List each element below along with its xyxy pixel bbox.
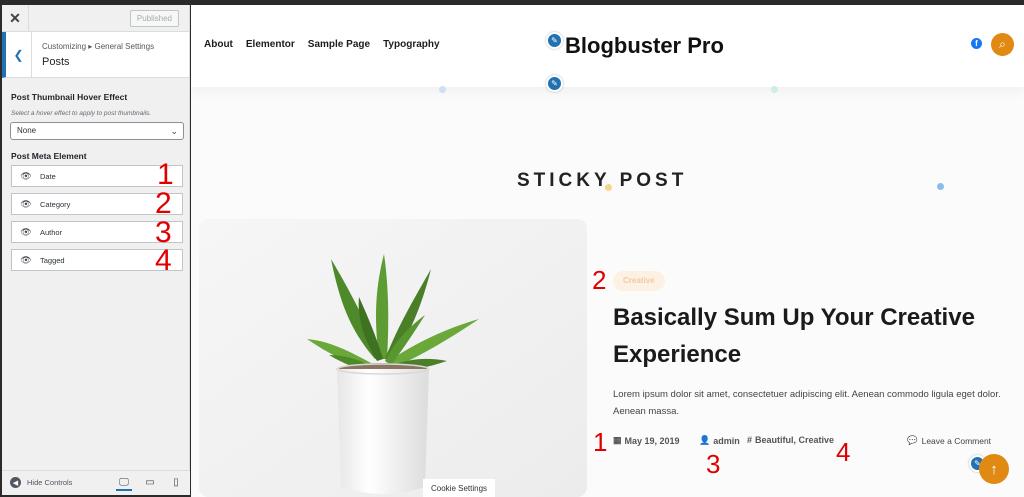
eye-icon[interactable]: 👁 [12, 227, 40, 238]
mobile-preview-icon[interactable]: ▯ [168, 475, 184, 491]
calendar-icon: ▦ [613, 435, 622, 445]
site-title[interactable]: Blogbuster Pro [565, 33, 724, 59]
hover-effect-select[interactable]: None ⌄ [10, 122, 184, 140]
post-date[interactable]: ▦ May 19, 2019 [613, 435, 680, 446]
section-header: ❮ Customizing ▸ General Settings Posts [2, 32, 189, 78]
annotation-number: 3 [706, 449, 721, 479]
annotation-number: 2 [592, 265, 607, 295]
annotation-number: 4 [836, 437, 851, 467]
hover-effect-heading: Post Thumbnail Hover Effect [11, 92, 128, 102]
leave-comment-text: Leave a Comment [921, 435, 992, 446]
screen: ✕ Published ❮ Customizing ▸ General Sett… [0, 0, 1024, 497]
meta-item-label: Category [40, 199, 71, 209]
meta-item-label: Tagged [40, 255, 65, 265]
post-title[interactable]: Basically Sum Up Your Creative Experienc… [613, 299, 993, 373]
primary-nav: About Elementor Sample Page Typography [204, 39, 440, 50]
section-heading: STICKY POST [517, 170, 688, 191]
edit-pencil-icon[interactable]: ✎ [546, 32, 563, 49]
eye-icon[interactable]: 👁 [12, 255, 40, 266]
section-title: Posts [42, 56, 70, 68]
hover-effect-value: None [17, 126, 37, 135]
post-tags-text: Beautiful, Creative [755, 435, 835, 445]
comment-icon: 💬 [907, 435, 918, 445]
sidebar-footer: ◀ Hide Controls 🖵 ▭ ▯ [2, 470, 190, 495]
cookie-settings-button[interactable]: Cookie Settings [423, 479, 496, 497]
post-date-text: May 19, 2019 [624, 435, 680, 446]
sidebar-top-bar: ✕ Published [2, 5, 189, 32]
nav-item-elementor[interactable]: Elementor [246, 39, 295, 50]
published-button[interactable]: Published [129, 10, 179, 27]
decorative-dot [439, 86, 446, 93]
desktop-preview-icon[interactable]: 🖵 [116, 475, 132, 491]
user-icon: 👤 [699, 435, 711, 445]
back-arrow-icon[interactable]: ❮ [6, 32, 32, 77]
eye-icon[interactable]: 👁 [12, 171, 40, 182]
tablet-preview-icon[interactable]: ▭ [142, 475, 158, 491]
eye-icon[interactable]: 👁 [12, 199, 40, 210]
nav-item-about[interactable]: About [204, 39, 233, 50]
hover-effect-description: Select a hover effect to apply to post t… [11, 110, 152, 117]
scroll-to-top-button[interactable]: ↑ [979, 454, 1009, 484]
facebook-icon[interactable]: f [971, 38, 982, 49]
site-header: About Elementor Sample Page Typography ✎… [191, 5, 1024, 92]
annotation-number: 4 [155, 244, 172, 277]
decorative-dot [937, 183, 944, 190]
annotation-number: 1 [593, 427, 608, 457]
post-author[interactable]: 👤 admin [699, 435, 740, 446]
search-icon[interactable]: ⌕ [991, 33, 1014, 56]
nav-item-sample-page[interactable]: Sample Page [308, 39, 370, 50]
post-tags[interactable]: # Beautiful, Creative [747, 435, 834, 445]
plant-image [199, 219, 587, 497]
category-badge[interactable]: Creative [613, 271, 665, 291]
edit-pencil-icon[interactable]: ✎ [546, 75, 563, 92]
site-preview: About Elementor Sample Page Typography ✎… [191, 5, 1024, 497]
close-icon[interactable]: ✕ [2, 5, 29, 32]
nav-item-typography[interactable]: Typography [383, 39, 439, 50]
breadcrumb: Customizing ▸ General Settings [42, 42, 155, 51]
hash-icon: # [747, 435, 753, 445]
meta-item-label: Date [40, 171, 56, 181]
meta-element-heading: Post Meta Element [11, 151, 87, 161]
collapse-icon: ◀ [10, 477, 21, 488]
leave-comment-link[interactable]: 💬 Leave a Comment [907, 435, 991, 446]
hide-controls-label: Hide Controls [27, 478, 73, 487]
annotation-number: 1 [157, 158, 174, 191]
post-author-text: admin [713, 435, 740, 446]
decorative-dot [771, 86, 778, 93]
post-thumbnail[interactable] [199, 219, 587, 497]
chevron-down-icon: ⌄ [170, 126, 178, 136]
meta-item-label: Author [40, 227, 63, 237]
annotation-number: 2 [155, 187, 172, 220]
post-excerpt: Lorem ipsum dolor sit amet, consectetuer… [613, 389, 1001, 417]
hide-controls-button[interactable]: ◀ Hide Controls [10, 477, 72, 488]
